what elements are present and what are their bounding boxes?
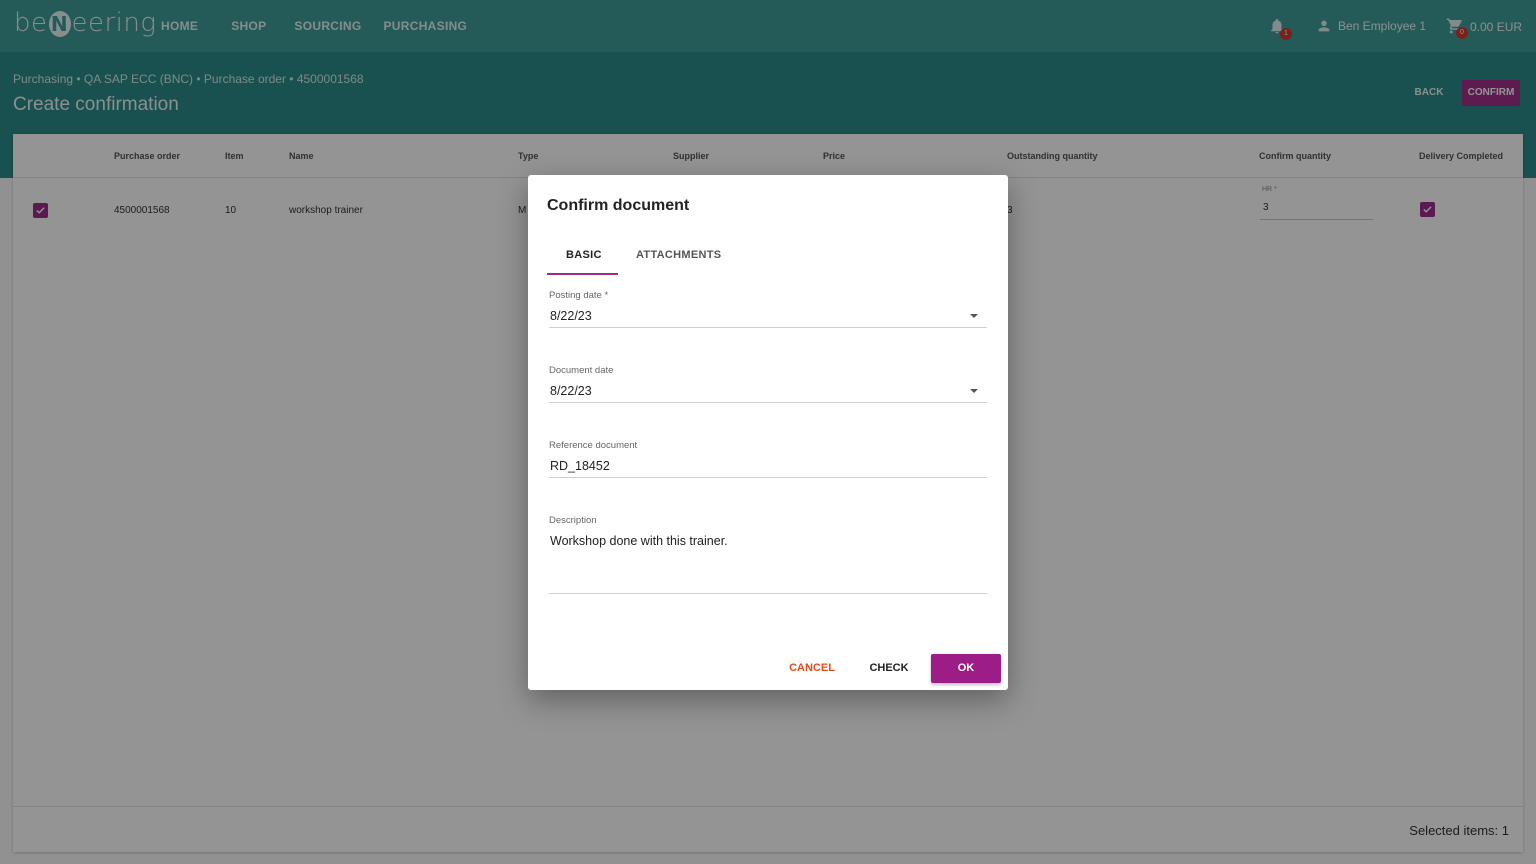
document-date-field[interactable]: 8/22/23 <box>550 384 592 398</box>
document-date-underline <box>549 402 987 403</box>
reference-document-label: Reference document <box>549 440 638 451</box>
check-button[interactable]: CHECK <box>863 655 915 681</box>
posting-date-label: Posting date * <box>549 290 609 301</box>
tab-attachments[interactable]: ATTACHMENTS <box>636 249 721 261</box>
ok-button[interactable]: OK <box>931 654 1001 683</box>
cancel-button[interactable]: CANCEL <box>784 655 840 681</box>
dialog-title: Confirm document <box>547 197 690 214</box>
document-date-dropdown-icon[interactable] <box>970 389 978 393</box>
description-label: Description <box>549 515 597 526</box>
document-date-label: Document date <box>549 365 614 376</box>
posting-date-field[interactable]: 8/22/23 <box>550 309 592 323</box>
confirm-document-dialog: Confirm document BASIC ATTACHMENTS Posti… <box>528 175 1008 690</box>
posting-date-underline <box>549 327 987 328</box>
posting-date-dropdown-icon[interactable] <box>970 314 978 318</box>
active-tab-indicator <box>547 273 618 275</box>
description-underline <box>549 593 987 594</box>
reference-document-underline <box>549 477 987 478</box>
reference-document-field[interactable]: RD_18452 <box>550 459 610 473</box>
tab-basic[interactable]: BASIC <box>566 249 602 261</box>
description-field[interactable]: Workshop done with this trainer. <box>550 534 728 548</box>
